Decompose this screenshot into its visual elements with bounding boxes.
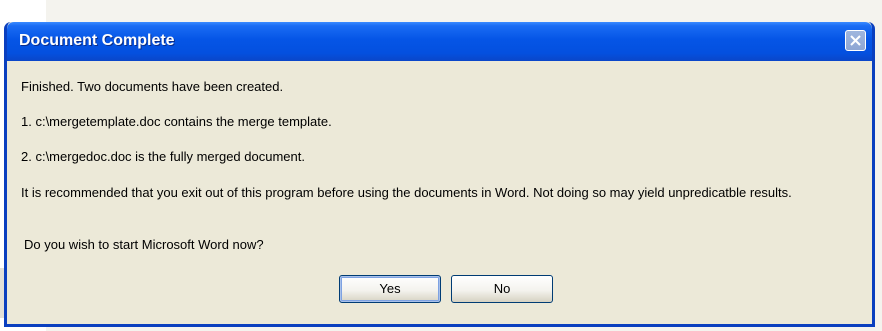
message-question: Do you wish to start Microsoft Word now? [24, 237, 264, 252]
document-complete-dialog: Document Complete Finished. Two document… [4, 22, 875, 327]
message-merged-file: 2. c:\mergedoc.doc is the fully merged d… [21, 149, 305, 164]
message-finished: Finished. Two documents have been create… [21, 79, 284, 94]
close-button[interactable] [845, 30, 866, 51]
dialog-titlebar[interactable]: Document Complete [7, 22, 872, 61]
yes-button[interactable]: Yes [339, 275, 441, 303]
no-button[interactable]: No [451, 275, 553, 303]
close-icon [850, 35, 861, 46]
message-template-file: 1. c:\mergetemplate.doc contains the mer… [21, 114, 332, 129]
dialog-title: Document Complete [19, 32, 175, 49]
message-recommendation: It is recommended that you exit out of t… [21, 185, 792, 200]
